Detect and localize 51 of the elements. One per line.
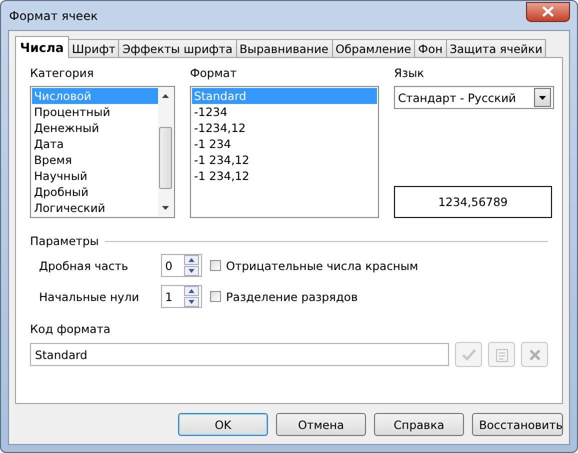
scrollbar[interactable] [158,88,173,216]
list-item[interactable]: -1 234,12 [192,168,377,184]
list-item[interactable]: Научный [32,168,158,184]
list-item[interactable]: Дробный [32,184,158,200]
language-label: Язык [394,66,426,82]
section-title: Параметры [30,234,99,248]
dialog-button[interactable]: OK [178,413,268,436]
dialog-button[interactable]: Отмена [276,413,366,436]
category-list[interactable]: Числовой Процентный Денежный Дата Время Научный Дробный Логический [30,86,175,218]
language-dropdown[interactable]: Стандарт - Русский [394,86,554,109]
list-item[interactable]: Процентный [32,104,158,120]
close-icon [542,6,554,17]
category-label: Категория [30,66,95,82]
preview-box: 1234,56789 [394,186,552,218]
checkbox[interactable] [210,260,221,271]
list-item[interactable]: Логический [32,200,158,216]
dialog-button[interactable]: Справка [374,413,464,436]
dialog-button[interactable]: Восстановить [472,413,563,436]
format-label: Формат [190,66,238,82]
tab[interactable]: Выравнивание [236,39,332,58]
tab[interactable]: Эффекты шрифта [118,39,237,58]
number-spinner[interactable]: 1 [161,285,202,308]
tab[interactable]: Обрамление [332,39,416,58]
tab[interactable]: Защита ячейки [446,39,546,58]
list-item[interactable]: Денежный [32,120,158,136]
format-list[interactable]: Standard -1234 -1234,12 -1 234 -1 234,12 -1 234,12 [190,86,379,218]
checkbox-label[interactable]: Отрицательные числа красным [226,258,418,272]
number-spinner[interactable]: 0 [161,254,202,277]
format-code-field[interactable]: Standard [30,343,449,366]
list-item[interactable]: -1 234,12 [192,152,377,168]
field-label: Дробная часть [39,258,130,272]
window-title: Формат ячеек [8,8,98,22]
format-code-label: Код формата [30,322,112,338]
clipboard-icon [494,346,508,362]
increment-icon[interactable] [184,286,199,296]
checkbox[interactable] [210,291,221,302]
decrement-icon[interactable] [184,297,199,307]
increment-icon[interactable] [184,255,199,265]
decrement-icon[interactable] [184,266,199,276]
field-label: Начальные нули [39,290,140,304]
list-item[interactable]: -1234,12 [192,120,377,136]
tab[interactable]: Фон [414,39,447,58]
list-item[interactable]: Время [32,152,158,168]
delete-icon [528,348,540,360]
list-item[interactable]: -1 234 [192,136,377,152]
close-button[interactable] [526,2,570,22]
checkbox-label[interactable]: Разделение разрядов [226,290,358,304]
list-item[interactable]: Дата [32,136,158,152]
list-item[interactable]: -1234 [192,104,377,120]
checkmark-icon [460,348,476,362]
tab[interactable]: Числа [15,36,69,58]
